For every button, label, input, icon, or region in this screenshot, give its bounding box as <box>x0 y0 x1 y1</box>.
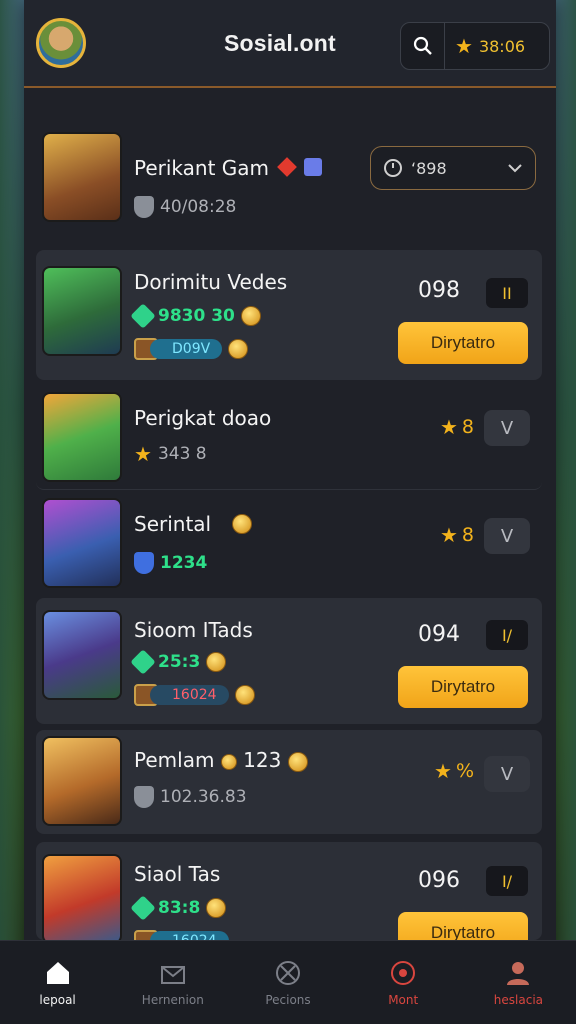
nav-label: lepoal <box>39 992 76 1007</box>
coin-icon <box>220 753 237 770</box>
game-avatar <box>42 736 122 826</box>
chevron-down-icon <box>508 164 522 173</box>
search-icon <box>413 36 432 55</box>
game-subtitle: 40/08:28 <box>134 196 236 218</box>
score-value: 094 <box>418 622 460 647</box>
app-header: Sosial.ont ★ 38:06 <box>24 0 556 88</box>
select-checkbox[interactable]: V <box>484 756 530 792</box>
list-item[interactable]: Pemlam 123 102.36.83 ★ % V <box>36 730 542 834</box>
game-avatar <box>42 266 122 356</box>
coin-icon <box>287 751 308 772</box>
nav-label: Pecions <box>265 992 311 1007</box>
game-stats: 1234 <box>134 552 207 574</box>
star-icon: ★ <box>439 415 458 439</box>
server-select[interactable]: ‘898 <box>370 146 536 190</box>
coin-icon <box>206 652 227 672</box>
shield-icon <box>134 786 154 808</box>
featured-game[interactable]: Perikant Gam 40/08:28 ‘898 <box>36 118 542 236</box>
action-button[interactable]: Dirytatro <box>398 912 528 940</box>
score-value: 098 <box>418 278 460 303</box>
list-item[interactable]: Sioom ITads 25:3 16024 094 I/ Dirytatro <box>36 598 542 724</box>
rating: ★ 8 <box>439 523 474 547</box>
coin-icon <box>232 514 252 534</box>
coin-icon <box>228 339 249 359</box>
home-icon <box>46 961 69 984</box>
nav-item-profile[interactable]: heslacia <box>461 941 576 1024</box>
select-checkbox[interactable]: V <box>484 410 530 446</box>
nav-item-home[interactable]: lepoal <box>0 941 115 1024</box>
nav-label: Mont <box>388 992 419 1007</box>
game-stats: 25:3 <box>130 649 227 675</box>
game-title: Sioom ITads <box>134 618 253 642</box>
nav-item-more[interactable]: Mont <box>346 941 461 1024</box>
game-stats: ★ 343 8 <box>134 442 207 466</box>
game-badge: 16024 <box>134 684 255 706</box>
game-title: Perigkat doao <box>134 406 272 430</box>
star-icon: ★ <box>439 523 458 547</box>
pause-button[interactable]: I/ <box>486 866 528 896</box>
game-badge: D09V <box>134 338 249 360</box>
coin-icon <box>234 685 255 705</box>
envelope-icon <box>160 965 185 984</box>
ruby-icon <box>277 157 297 177</box>
game-title: Pemlam 123 <box>134 748 308 772</box>
page-title: Sosial.ont <box>224 30 336 56</box>
star-icon: ★ <box>455 34 473 58</box>
game-avatar <box>42 498 122 588</box>
game-title: Siaol Tas <box>134 862 221 886</box>
star-icon: ★ <box>434 759 452 783</box>
list-item[interactable]: Siaol Tas 83:8 16024 096 I/ Dirytatro <box>36 842 542 940</box>
gem-icon <box>130 303 156 329</box>
search-button[interactable] <box>401 23 445 69</box>
app-frame: Sosial.ont ★ 38:06 Perikant Gam 40/08:28 <box>24 0 556 1024</box>
compass-icon <box>276 960 300 985</box>
rating: ★ % <box>434 759 474 783</box>
shield-icon <box>134 552 154 574</box>
game-avatar <box>42 854 122 940</box>
rating: ★ 8 <box>439 415 474 439</box>
game-title: Perikant Gam <box>134 156 270 180</box>
list-item[interactable]: Serintal 1234 ★ 8 V <box>36 494 542 594</box>
cube-icon <box>304 158 322 176</box>
game-badge: 16024 <box>134 930 229 940</box>
game-title: Dorimitu Vedes <box>134 270 288 294</box>
profile-avatar[interactable] <box>36 18 86 68</box>
list-item[interactable]: Perigkat doao ★ 343 8 ★ 8 V <box>36 386 542 490</box>
gem-icon <box>130 649 156 675</box>
pause-button[interactable]: I/ <box>486 620 528 650</box>
game-stats: 83:8 <box>130 895 227 921</box>
shield-icon <box>134 196 154 218</box>
game-avatar <box>42 132 122 222</box>
gem-icon <box>130 895 156 921</box>
list-item[interactable]: Dorimitu Vedes 9830 30 D09V 098 II Diryt… <box>36 250 542 380</box>
star-icon: ★ <box>134 442 152 466</box>
game-avatar <box>42 610 122 700</box>
bottom-nav: lepoal Hernenion Pecions Mont heslacia <box>0 940 576 1024</box>
coin-balance[interactable]: ★ 38:06 <box>445 36 525 56</box>
header-actions: ★ 38:06 <box>400 22 550 70</box>
game-stats: 102.36.83 <box>134 786 247 808</box>
pause-button[interactable]: II <box>486 278 528 308</box>
nav-label: Hernenion <box>141 992 204 1007</box>
coin-icon <box>240 306 261 326</box>
action-button[interactable]: Dirytatro <box>398 322 528 364</box>
score-value: 096 <box>418 868 460 893</box>
nav-item-messages[interactable]: Hernenion <box>115 941 230 1024</box>
nav-item-sessions[interactable]: Pecions <box>230 941 345 1024</box>
select-value: ‘898 <box>411 158 447 178</box>
game-title: Serintal <box>134 512 212 536</box>
user-icon <box>507 961 530 985</box>
select-checkbox[interactable]: V <box>484 518 530 554</box>
coin-icon <box>206 898 227 918</box>
clock-icon <box>384 159 402 177</box>
action-button[interactable]: Dirytatro <box>398 666 528 708</box>
nav-label: heslacia <box>493 992 544 1007</box>
coin-balance-value: 38:06 <box>478 36 526 56</box>
game-stats: 9830 30 <box>130 303 261 329</box>
badge-icon <box>391 960 416 985</box>
game-avatar <box>42 392 122 482</box>
